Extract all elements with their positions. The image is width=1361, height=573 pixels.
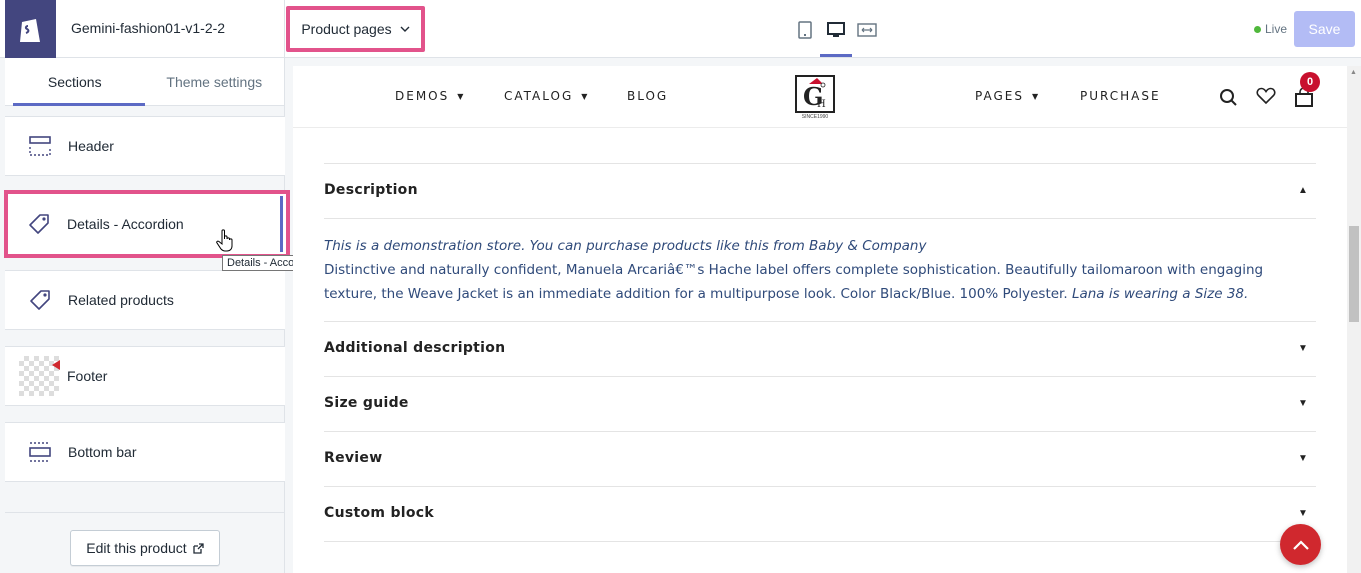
section-item-label: Bottom bar: [68, 444, 137, 460]
scrollbar-thumb[interactable]: [1349, 226, 1359, 322]
selected-indicator: [280, 196, 283, 252]
description-tail: Lana is wearing a Size 38.: [1071, 286, 1249, 302]
caret-down-icon: ▼: [581, 91, 590, 101]
heart-icon[interactable]: [1255, 85, 1277, 107]
live-dot-icon: [1254, 25, 1261, 33]
preview-scrollbar[interactable]: ▲: [1347, 66, 1361, 573]
caret-down-icon: ▼: [457, 91, 466, 101]
caret-down-icon[interactable]: ▼: [1298, 508, 1308, 519]
topbar-divider: [284, 0, 285, 58]
nav-blog-label: BLOG: [627, 89, 669, 103]
header-layout-icon: [20, 126, 60, 166]
active-device-indicator: [820, 54, 852, 57]
nav-pages[interactable]: PAGES ▼: [975, 89, 1040, 103]
nav-purchase[interactable]: PURCHASE: [1080, 89, 1161, 103]
accordion-divider: [324, 321, 1316, 322]
tag-icon: [20, 280, 60, 320]
caret-down-icon: ▼: [1031, 91, 1041, 101]
nav-demos-label: DEMOS: [395, 89, 450, 103]
caret-down-icon[interactable]: ▼: [1298, 343, 1308, 354]
fullscreen-view-icon[interactable]: [855, 18, 879, 42]
chevron-up-icon: [1292, 539, 1309, 550]
accordion-title-additional-description[interactable]: Additional description: [324, 340, 505, 356]
scroll-to-top-button[interactable]: [1280, 524, 1321, 565]
section-item-label: Header: [68, 138, 114, 154]
accordion-title-description[interactable]: Description: [324, 182, 418, 198]
page-type-label: Product pages: [301, 21, 392, 37]
section-item-bottom-bar[interactable]: Bottom bar: [5, 422, 285, 482]
caret-down-icon[interactable]: ▼: [1298, 398, 1308, 409]
nav-demos[interactable]: DEMOS ▼: [395, 89, 465, 103]
description-content: This is a demonstration store. You can p…: [324, 234, 1314, 306]
live-label: Live: [1265, 22, 1288, 36]
store-logo[interactable]: G H SINCE1990: [795, 74, 835, 122]
cart-count-badge: 0: [1300, 72, 1320, 92]
tag-icon: [19, 204, 59, 244]
sidebar-tabs: Sections Theme settings: [5, 58, 284, 106]
theme-name: Gemini-fashion01-v1-2-2: [71, 20, 226, 36]
nav-purchase-label: PURCHASE: [1080, 89, 1161, 103]
nav-pages-label: PAGES: [975, 89, 1024, 103]
scroll-up-arrow-icon[interactable]: ▲: [1350, 69, 1357, 76]
save-button[interactable]: Save: [1294, 11, 1355, 47]
nav-blog[interactable]: BLOG: [627, 89, 668, 103]
store-header: DEMOS ▼ CATALOG ▼ BLOG G H SINCE1990 PAGES…: [293, 66, 1347, 128]
description-intro: This is a demonstration store. You can p…: [324, 238, 927, 254]
logo-tagline: SINCE1990: [801, 114, 829, 120]
mobile-view-icon[interactable]: [793, 18, 817, 42]
store-preview: DEMOS ▼ CATALOG ▼ BLOG G H SINCE1990 PAGES…: [293, 66, 1347, 573]
image-placeholder-icon: [19, 356, 60, 396]
chevron-down-icon: [400, 26, 410, 32]
tab-theme-settings[interactable]: Theme settings: [145, 58, 285, 105]
accordion-divider: [324, 163, 1316, 164]
svg-text:H: H: [817, 99, 826, 110]
accordion-title-review[interactable]: Review: [324, 450, 382, 466]
section-item-related-products[interactable]: Related products: [5, 270, 285, 330]
desktop-view-icon[interactable]: [824, 18, 848, 42]
accordion-title-size-guide[interactable]: Size guide: [324, 395, 409, 411]
accordion-divider: [324, 541, 1316, 542]
sections-sidebar: Sections Theme settings Header Details -…: [4, 58, 290, 573]
external-link-icon: [193, 542, 204, 554]
edit-product-label: Edit this product: [86, 540, 187, 556]
search-icon[interactable]: [1218, 86, 1240, 108]
caret-up-icon[interactable]: ▲: [1298, 185, 1308, 196]
section-item-details-accordion[interactable]: Details - Accordion: [4, 190, 290, 258]
section-item-label: Related products: [68, 292, 174, 308]
accordion-divider: [324, 218, 1316, 219]
shopify-logo-icon[interactable]: [5, 0, 56, 58]
edit-product-button[interactable]: Edit this product: [70, 530, 220, 566]
section-item-footer[interactable]: Footer: [5, 346, 285, 406]
accordion-title-custom-block[interactable]: Custom block: [324, 505, 434, 521]
nav-catalog-label: CATALOG: [504, 89, 574, 103]
hand-cursor-icon: [216, 229, 234, 258]
accordion-divider: [324, 486, 1316, 487]
live-status: Live: [1254, 22, 1287, 36]
nav-catalog[interactable]: CATALOG ▼: [504, 89, 589, 103]
tab-sections[interactable]: Sections: [5, 58, 145, 106]
page-type-select[interactable]: Product pages: [286, 6, 425, 52]
bottom-bar-layout-icon: [20, 432, 60, 472]
editor-topbar: Gemini-fashion01-v1-2-2 Product pages Li…: [0, 0, 1361, 58]
sidebar-footer-divider: [5, 512, 285, 513]
section-item-label: Footer: [67, 368, 108, 384]
accordion-divider: [324, 431, 1316, 432]
accordion-divider: [324, 376, 1316, 377]
caret-down-icon[interactable]: ▼: [1298, 453, 1308, 464]
section-item-label: Details - Accordion: [67, 216, 184, 232]
section-item-header[interactable]: Header: [5, 116, 285, 176]
